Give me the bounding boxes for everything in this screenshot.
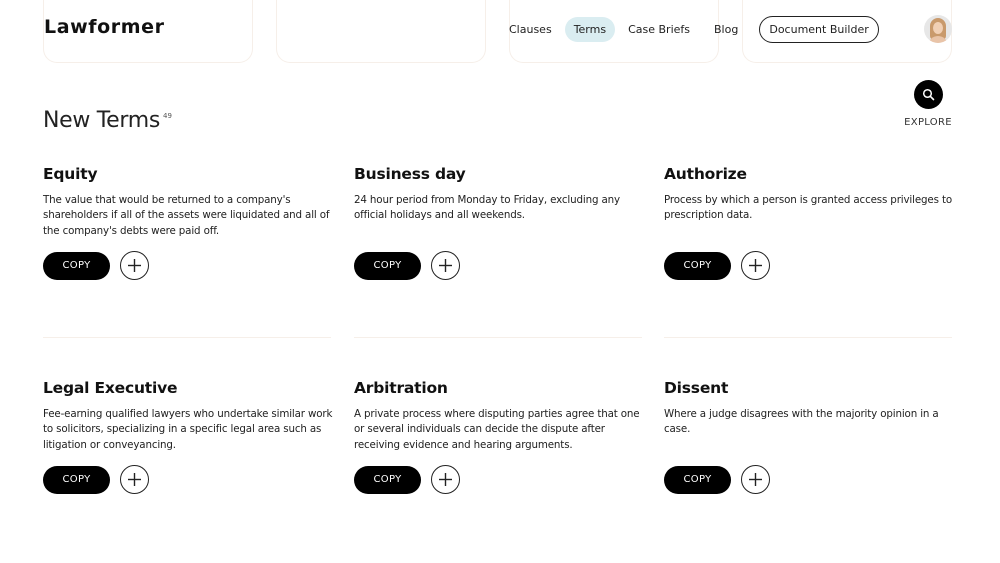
term-title: Equity [43, 165, 98, 183]
add-button[interactable] [431, 251, 460, 280]
plus-icon [439, 259, 452, 272]
add-button[interactable] [741, 465, 770, 494]
add-button[interactable] [431, 465, 460, 494]
search-icon [922, 88, 934, 101]
term-card: Equity The value that would be returned … [43, 165, 333, 280]
term-definition: Fee-earning qualified lawyers who undert… [43, 408, 333, 451]
document-builder-button[interactable]: Document Builder [759, 15, 879, 43]
page-title: New Terms [43, 108, 161, 133]
add-button[interactable] [120, 251, 149, 280]
add-button[interactable] [741, 251, 770, 280]
plus-icon [128, 259, 141, 272]
term-card: Business day 24 hour period from Monday … [354, 165, 644, 280]
term-definition: 24 hour period from Monday to Friday, ex… [354, 194, 620, 222]
term-actions: COPY [664, 251, 954, 280]
term-card: Authorize Process by which a person is g… [664, 165, 954, 280]
terms-count: 49 [163, 112, 172, 120]
term-title: Dissent [664, 379, 729, 397]
nav-blog[interactable]: Blog [705, 17, 747, 42]
term-actions: COPY [43, 251, 333, 280]
term-definition: A private process where disputing partie… [354, 408, 640, 451]
term-title: Business day [354, 165, 466, 183]
copy-button[interactable]: COPY [664, 465, 731, 494]
add-button[interactable] [120, 465, 149, 494]
copy-button[interactable]: COPY [43, 251, 110, 280]
term-actions: COPY [43, 465, 333, 494]
site-header: Lawformer Clauses Terms Case Briefs Blog… [0, 0, 1000, 56]
explore-label[interactable]: EXPLORE [900, 117, 956, 128]
term-actions: COPY [354, 465, 644, 494]
row-divider [664, 337, 952, 338]
term-actions: COPY [664, 465, 954, 494]
copy-button[interactable]: COPY [43, 465, 110, 494]
nav-case-briefs[interactable]: Case Briefs [619, 17, 699, 42]
copy-button[interactable]: COPY [354, 251, 421, 280]
term-card: Dissent Where a judge disagrees with the… [664, 379, 954, 494]
term-definition: Process by which a person is granted acc… [664, 194, 952, 222]
avatar-face [933, 22, 943, 34]
term-definition: Where a judge disagrees with the majorit… [664, 408, 939, 436]
term-definition: The value that would be returned to a co… [43, 194, 330, 237]
main-nav: Clauses Terms Case Briefs Blog Document … [500, 15, 879, 43]
copy-button[interactable]: COPY [354, 465, 421, 494]
term-title: Arbitration [354, 379, 448, 397]
copy-button[interactable]: COPY [664, 251, 731, 280]
user-avatar[interactable] [924, 15, 952, 43]
term-card: Arbitration A private process where disp… [354, 379, 644, 494]
term-title: Authorize [664, 165, 747, 183]
plus-icon [128, 473, 141, 486]
term-title: Legal Executive [43, 379, 178, 397]
plus-icon [749, 473, 762, 486]
explore-button[interactable] [913, 80, 943, 109]
nav-clauses[interactable]: Clauses [500, 17, 561, 42]
nav-terms[interactable]: Terms [564, 16, 616, 42]
plus-icon [749, 259, 762, 272]
row-divider [354, 337, 642, 338]
plus-icon [439, 473, 452, 486]
row-divider [43, 337, 331, 338]
logo[interactable]: Lawformer [44, 16, 165, 38]
term-actions: COPY [354, 251, 644, 280]
term-card: Legal Executive Fee-earning qualified la… [43, 379, 333, 494]
explore: EXPLORE [900, 80, 956, 128]
